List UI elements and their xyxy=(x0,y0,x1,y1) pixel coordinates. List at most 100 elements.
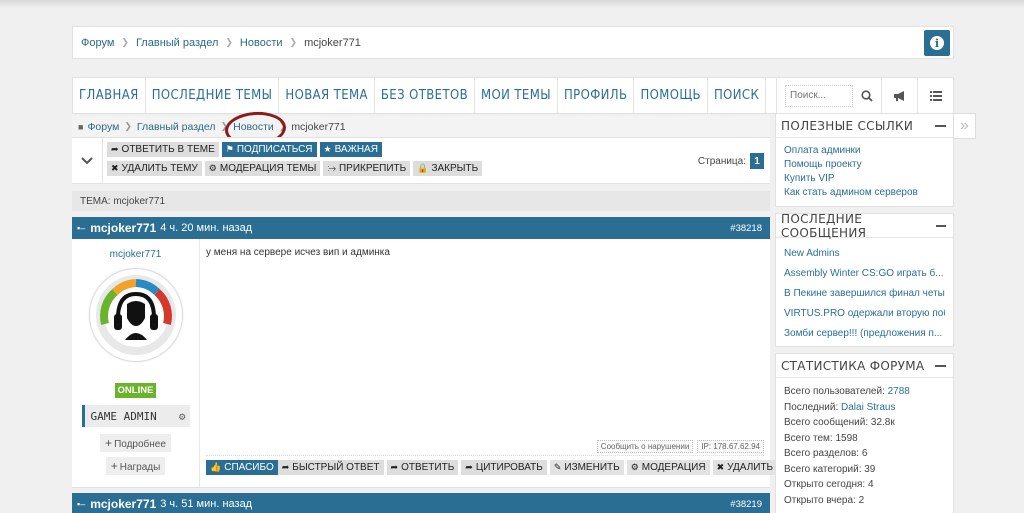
recent-posts-title: ПОСЛЕДНИЕ СООБЩЕНИЯ xyxy=(781,211,867,240)
pin-label: ПРИКРЕПИТЬ xyxy=(338,163,407,174)
user-group-label: GAME ADMIN xyxy=(90,409,157,423)
reply-topic-button[interactable]: ➦ ОТВЕТИТЬ В ТЕМЕ xyxy=(107,142,219,157)
breadcrumb-main-section-link[interactable]: Главный раздел xyxy=(137,121,216,133)
important-button[interactable]: ★ ВАЖНАЯ xyxy=(319,142,382,157)
user-name-link[interactable]: mcjoker771 xyxy=(110,249,162,260)
stat-row: Открыто сегодня: 4 xyxy=(784,477,945,493)
thanks-button[interactable]: 👍 СПАСИБО xyxy=(206,460,278,475)
nav-my-topics[interactable]: МОИ ТЕМЫ xyxy=(475,78,558,113)
post-header: ▪– mcjoker771 4 ч. 20 мин. назад #38218 xyxy=(72,217,770,239)
delete-topic-button[interactable]: ✖ УДАЛИТЬ ТЕМУ xyxy=(107,161,202,176)
post-author-link[interactable]: mcjoker771 xyxy=(90,221,156,235)
minus-icon[interactable] xyxy=(935,364,946,367)
subscribe-label: ПОДПИСАТЬСЯ xyxy=(236,144,313,155)
reply-button[interactable]: ➦ ОТВЕТИТЬ xyxy=(386,460,459,475)
info-button[interactable]: i xyxy=(924,30,950,56)
forum-stats-header[interactable]: СТАТИСТИКА ФОРУМА xyxy=(776,354,953,378)
delete-button[interactable]: ✖ УДАЛИТЬ xyxy=(712,460,778,475)
recent-posts-header[interactable]: ПОСЛЕДНИЕ СООБЩЕНИЯ xyxy=(776,211,953,240)
quote-button[interactable]: ➦ ЦИТИРОВАТЬ xyxy=(461,460,547,475)
useful-link[interactable]: Купить VIP xyxy=(784,172,945,186)
stat-label: Всего пользователей: xyxy=(784,386,885,397)
subscribe-button[interactable]: ⚑ ПОДПИСАТЬСЯ xyxy=(221,142,317,157)
recent-posts-list: New Admins Assembly Winter CS:GO играть … xyxy=(776,238,953,346)
quote-label: ЦИТИРОВАТЬ xyxy=(475,462,543,473)
minus-icon[interactable] xyxy=(936,224,946,227)
recent-post-link[interactable]: В Пекине завершился финал четы... xyxy=(784,284,945,304)
nav-search[interactable]: ПОИСК xyxy=(708,78,767,113)
nav-profile[interactable]: ПРОФИЛЬ xyxy=(558,78,635,113)
close-topic-button[interactable]: 🔒 ЗАКРЫТЬ xyxy=(413,161,483,176)
post-time: 3 ч. 51 мин. назад xyxy=(160,498,253,510)
pin-button[interactable]: ⧴ ПРИКРЕПИТЬ xyxy=(323,161,411,176)
stat-row: Всего категорий: 39 xyxy=(784,462,945,478)
search-icon[interactable] xyxy=(861,89,873,102)
sidebar-toggle-double-chevron-icon[interactable]: » xyxy=(953,113,976,139)
breadcrumb-main-section-link[interactable]: Главный раздел xyxy=(136,37,218,49)
search-input[interactable] xyxy=(785,84,853,107)
report-link[interactable]: Сообщить о нарушении xyxy=(596,440,694,453)
stat-value: 39 xyxy=(864,463,876,475)
delete-topic-label: УДАЛИТЬ ТЕМУ xyxy=(121,163,198,174)
recent-post-link[interactable]: Зомби сервер!!! (предложения п... xyxy=(784,324,945,344)
breadcrumb-news-link[interactable]: Новости xyxy=(233,121,274,133)
flag-icon: ⚑ xyxy=(225,144,234,154)
chevron-down-icon[interactable] xyxy=(72,138,103,183)
post-body: mcjoker771 ONLINE GAME ADMIN ⚙ + Подробн… xyxy=(72,239,778,488)
recent-post-link[interactable]: Assembly Winter CS:GO играть б... xyxy=(784,264,945,284)
awards-button[interactable]: + Награды xyxy=(105,457,166,475)
ip-address: IP: 178.67.62.94 xyxy=(697,440,764,453)
avatar[interactable] xyxy=(88,268,183,362)
stat-value[interactable]: Dalai Straus xyxy=(841,402,895,413)
moderate-label: МОДЕРАЦИЯ xyxy=(641,462,706,473)
post-actions: 👍 СПАСИБО ➦ БЫСТРЫЙ ОТВЕТ ➦ ОТВЕТИТЬ ➦ ЦИТИР… xyxy=(206,455,778,475)
nav-help[interactable]: ПОМОЩЬ xyxy=(634,78,708,113)
post-id-link[interactable]: #38219 xyxy=(730,499,762,510)
useful-link[interactable]: Оплата админки xyxy=(784,144,945,158)
forum-stats-title: СТАТИСТИКА ФОРУМА xyxy=(781,358,925,373)
post-meta: Сообщить о нарушении IP: 178.67.62.94 xyxy=(596,440,764,453)
chevron-right-icon: ❯ xyxy=(124,121,132,131)
edit-button[interactable]: ✎ ИЗМЕНИТЬ xyxy=(549,460,624,475)
recent-post-link[interactable]: New Admins xyxy=(784,244,945,264)
details-button[interactable]: + Подробнее xyxy=(100,434,171,452)
useful-links-header[interactable]: ПОЛЕЗНЫЕ ССЫЛКИ xyxy=(776,114,953,138)
page-number-button[interactable]: 1 xyxy=(750,153,764,169)
moderate-button[interactable]: ⚙ МОДЕРАЦИЯ xyxy=(626,460,710,475)
nav-home[interactable]: ГЛАВНАЯ xyxy=(73,78,146,113)
breadcrumb-news-link[interactable]: Новости xyxy=(240,37,283,49)
list-icon[interactable] xyxy=(917,78,953,113)
stat-row: Всего сообщений: 32.8к xyxy=(784,415,945,431)
useful-link[interactable]: Помощь проекту xyxy=(784,158,945,172)
breadcrumb-forum-link[interactable]: Форум xyxy=(87,121,119,133)
stat-label: Всего сообщений: xyxy=(784,417,869,428)
search-box xyxy=(776,78,881,113)
edit-label: ИЗМЕНИТЬ xyxy=(564,462,620,473)
reply-arrow-icon: ➦ xyxy=(111,144,119,154)
nav-no-replies[interactable]: БЕЗ ОТВЕТОВ xyxy=(375,78,476,113)
nav-latest-topics[interactable]: ПОСЛЕДНИЕ ТЕМЫ xyxy=(146,78,280,113)
megaphone-icon[interactable] xyxy=(881,78,917,113)
minus-icon[interactable] xyxy=(935,124,946,127)
quick-reply-button[interactable]: ➦ БЫСТРЫЙ ОТВЕТ xyxy=(277,460,384,475)
useful-links-list: Оплата админки Помощь проекту Купить VIP… xyxy=(776,138,953,206)
reply-arrow-icon: ➦ xyxy=(465,462,473,472)
forum-stats-section: СТАТИСТИКА ФОРУМА Всего пользователей: 2… xyxy=(775,353,954,513)
breadcrumb-forum-link[interactable]: Форум xyxy=(81,37,114,49)
nav-new-topic[interactable]: НОВАЯ ТЕМА xyxy=(279,78,375,113)
post-author-link[interactable]: mcjoker771 xyxy=(90,497,156,511)
breadcrumb-current: mcjoker771 xyxy=(304,36,361,49)
recent-post-link[interactable]: VIRTUS.PRO одержали вторую поб... xyxy=(784,304,945,324)
useful-link[interactable]: Как стать админом серверов xyxy=(784,186,945,200)
stat-row: Всего пользователей: 2788 xyxy=(784,384,945,400)
moderate-topic-button[interactable]: ⚙ МОДЕРАЦИЯ ТЕМЫ xyxy=(204,161,321,176)
reply-arrow-icon: ➦ xyxy=(390,462,399,472)
post-id-link[interactable]: #38218 xyxy=(730,223,762,234)
avatar-headphones-icon xyxy=(95,275,176,355)
stat-value[interactable]: 2788 xyxy=(888,386,910,397)
lock-icon: 🔒 xyxy=(417,163,429,173)
close-topic-label: ЗАКРЫТЬ xyxy=(431,163,479,174)
stat-row: Последний: Dalai Straus xyxy=(784,400,945,416)
gear-icon: ⚙ xyxy=(208,163,217,173)
